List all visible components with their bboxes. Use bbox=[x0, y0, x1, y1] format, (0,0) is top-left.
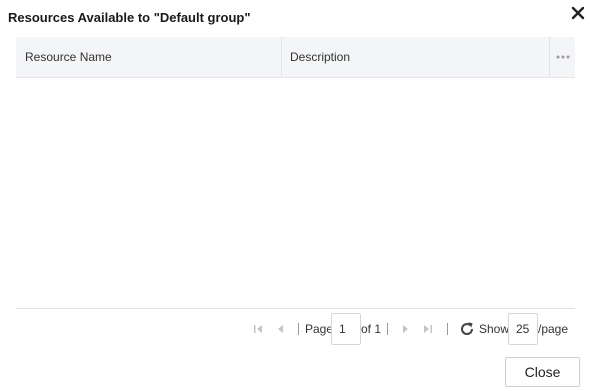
grid-body bbox=[16, 78, 575, 308]
pager-separator bbox=[298, 323, 299, 335]
last-page-icon[interactable] bbox=[423, 324, 433, 334]
refresh-icon[interactable] bbox=[459, 321, 475, 337]
pager-separator bbox=[447, 323, 448, 335]
page-count-label: of 1 bbox=[361, 322, 382, 336]
column-header-label: Resource Name bbox=[25, 50, 112, 64]
close-icon[interactable] bbox=[569, 4, 587, 22]
prev-page-icon[interactable] bbox=[275, 324, 285, 334]
dialog-title: Resources Available to "Default group" bbox=[8, 10, 251, 25]
page-size-input[interactable] bbox=[508, 313, 538, 345]
grid-header: Resource Name Description bbox=[16, 37, 575, 78]
pager-separator bbox=[387, 323, 388, 335]
pagination-bar: Page of 1 Show /page bbox=[0, 311, 591, 347]
column-header-label: Description bbox=[290, 50, 351, 64]
resources-grid: Resource Name Description bbox=[16, 37, 575, 309]
close-button[interactable]: Close bbox=[505, 357, 580, 387]
show-label: Show bbox=[479, 322, 510, 336]
page-number-input[interactable] bbox=[331, 313, 361, 345]
resources-dialog: Resources Available to "Default group" R… bbox=[0, 0, 591, 391]
next-page-icon[interactable] bbox=[401, 324, 411, 334]
first-page-icon[interactable] bbox=[253, 324, 263, 334]
column-menu-button[interactable] bbox=[550, 37, 575, 77]
column-header-resource-name[interactable]: Resource Name bbox=[16, 37, 282, 77]
page-label: Page bbox=[305, 322, 334, 336]
column-header-description[interactable]: Description bbox=[282, 37, 550, 77]
more-horizontal-icon bbox=[556, 55, 570, 59]
per-page-label: /page bbox=[538, 322, 569, 336]
